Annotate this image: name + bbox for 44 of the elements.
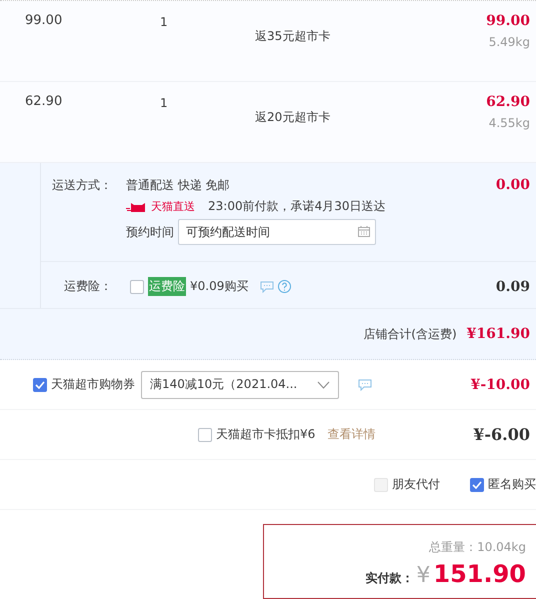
quantity: 1 bbox=[159, 95, 169, 110]
delivery-label: 天猫直送 bbox=[151, 199, 195, 214]
insurance-checkbox[interactable] bbox=[130, 280, 144, 294]
cat-head-icon bbox=[126, 201, 148, 212]
store-total-label: 店铺合计(含运费) bbox=[363, 326, 457, 342]
unit-price: 99.00 bbox=[24, 13, 64, 28]
delivery-promise: 23:00前付款，承诺4月30日送达 bbox=[208, 198, 386, 215]
coupon-checkbox[interactable] bbox=[33, 378, 47, 392]
schedule-label: 预约时间 bbox=[126, 224, 174, 240]
shipping-method: 普通配送 快递 免邮 bbox=[126, 177, 231, 194]
promo-text: 返35元超市卡 bbox=[255, 28, 332, 45]
coupon-select[interactable]: 满140减10元（2021.04... bbox=[141, 370, 339, 398]
shipping-label: 运送方式： bbox=[51, 177, 113, 194]
currency-sign: ¥ bbox=[416, 563, 430, 588]
insurance-label: 运费险： bbox=[63, 278, 113, 295]
coupon-amount: ¥-10.00 bbox=[470, 376, 530, 392]
shipping-fee: 0.00 bbox=[496, 177, 530, 195]
option-label: 匿名购买 bbox=[488, 476, 536, 493]
unit-price: 62.90 bbox=[24, 94, 64, 109]
coupon-label: 天猫超市购物券 bbox=[51, 376, 135, 393]
quantity: 1 bbox=[159, 14, 169, 29]
item-weight: 5.49kg bbox=[488, 35, 530, 49]
total-weight: 总重量：10.04kg bbox=[429, 539, 526, 556]
chat-icon[interactable] bbox=[260, 280, 274, 292]
help-icon[interactable] bbox=[278, 280, 292, 293]
card-checkbox[interactable] bbox=[198, 428, 212, 442]
pay-total: 151.90 bbox=[433, 560, 526, 588]
item-subtotal: 99.00 bbox=[486, 13, 530, 29]
chat-icon[interactable] bbox=[358, 378, 372, 390]
option-checkbox[interactable] bbox=[470, 478, 484, 492]
promo-text: 返20元超市卡 bbox=[255, 109, 332, 126]
option-label: 朋友代付 bbox=[392, 476, 440, 493]
caret-icon bbox=[317, 380, 330, 388]
card-label: 天猫超市卡抵扣¥6 bbox=[216, 426, 316, 443]
insurance-tag: 运费险 bbox=[148, 277, 186, 296]
store-total-value: ¥161.90 bbox=[466, 326, 530, 342]
item-subtotal: 62.90 bbox=[486, 94, 530, 110]
calendar-icon bbox=[358, 226, 370, 237]
schedule-field[interactable]: 可预约配送时间 bbox=[178, 219, 376, 245]
insurance-price: ¥0.09购买 bbox=[190, 278, 248, 295]
pay-label: 实付款： bbox=[365, 570, 414, 587]
insurance-fee: 0.09 bbox=[496, 278, 530, 294]
card-amount: ¥-6.00 bbox=[473, 425, 530, 444]
item-weight: 4.55kg bbox=[488, 116, 530, 130]
